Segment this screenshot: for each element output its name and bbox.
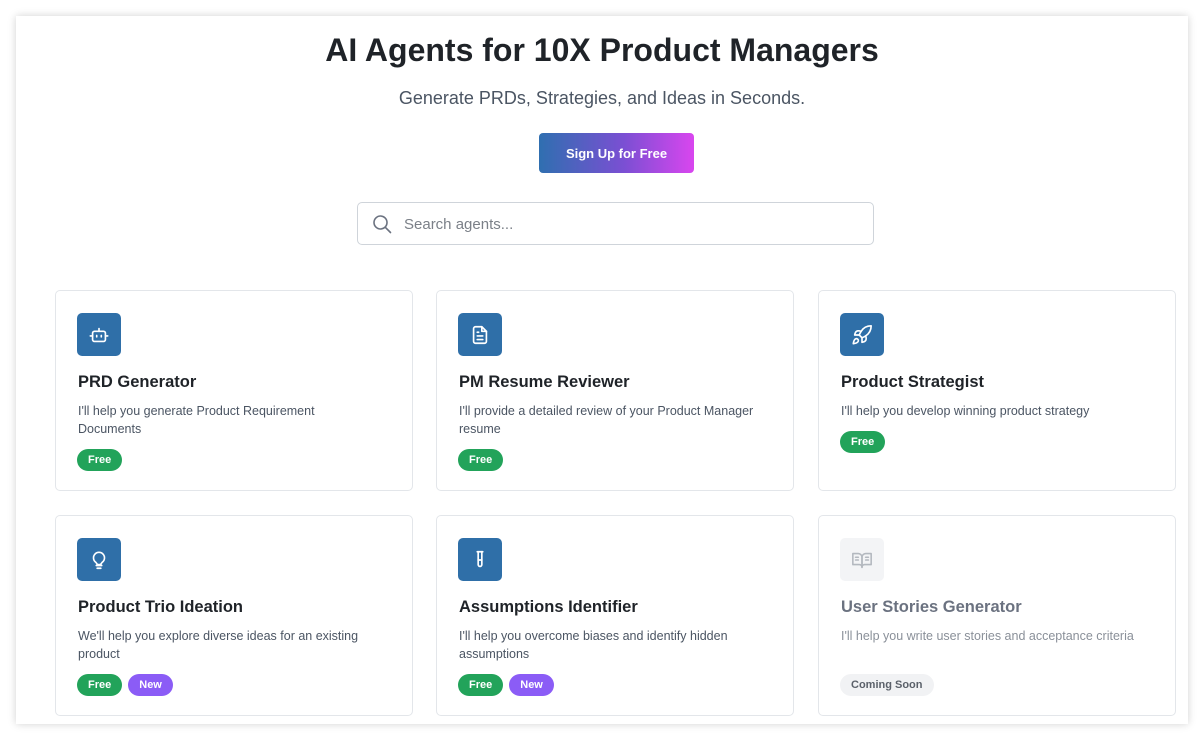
- agent-description: I'll provide a detailed review of your P…: [459, 404, 754, 436]
- page-frame: AI Agents for 10X Product Managers Gener…: [16, 16, 1188, 724]
- agent-card-user-stories-generator: User Stories Generator I'll help you wri…: [818, 515, 1176, 716]
- lightbulb-icon: [92, 551, 106, 569]
- badge-group: Free: [458, 449, 504, 471]
- free-badge: Free: [458, 449, 504, 471]
- book-open-icon: [852, 552, 872, 568]
- agent-name: PM Resume Reviewer: [459, 373, 630, 391]
- search-icon: [373, 215, 392, 234]
- search-box[interactable]: [357, 202, 874, 246]
- free-badge: Free: [840, 431, 886, 453]
- page-subtitle: Generate PRDs, Strategies, and Ideas in …: [398, 88, 806, 108]
- agent-icon-tile: [77, 313, 121, 356]
- agent-card-product-trio-ideation[interactable]: Product Trio Ideation We'll help you exp…: [55, 515, 413, 716]
- agent-icon-tile: [458, 538, 502, 581]
- document-icon: [472, 325, 488, 344]
- test-tube-icon: [476, 550, 484, 567]
- badge-group: Coming Soon: [840, 674, 934, 696]
- agent-card-product-strategist[interactable]: Product Strategist I'll help you develop…: [818, 290, 1176, 491]
- agent-name: Assumptions Identifier: [459, 598, 638, 616]
- agent-name: Product Trio Ideation: [78, 598, 244, 616]
- agent-icon-tile: [458, 313, 502, 356]
- robot-icon: [89, 327, 109, 342]
- agent-description: We'll help you explore diverse ideas for…: [78, 629, 359, 661]
- agent-description: I'll help you overcome biases and identi…: [459, 629, 728, 661]
- search-input[interactable]: [402, 203, 866, 246]
- agent-description: I'll help you write user stories and acc…: [841, 629, 1134, 643]
- agent-card-pm-resume-reviewer[interactable]: PM Resume Reviewer I'll provide a detail…: [436, 290, 794, 491]
- badge-group: Free: [77, 449, 123, 471]
- badge-group: Free: [840, 431, 886, 453]
- agent-name: User Stories Generator: [841, 598, 1022, 616]
- agent-card-assumptions-identifier[interactable]: Assumptions Identifier I'll help you ove…: [436, 515, 794, 716]
- agent-name: Product Strategist: [841, 373, 985, 391]
- free-badge: Free: [458, 674, 504, 696]
- free-badge: Free: [77, 449, 123, 471]
- agent-description: I'll help you generate Product Requireme…: [78, 404, 315, 436]
- badge-group: Free New: [458, 674, 554, 696]
- page-title: AI Agents for 10X Product Managers: [325, 32, 879, 68]
- sign-up-button[interactable]: Sign Up for Free: [539, 133, 694, 173]
- agent-name: PRD Generator: [78, 373, 197, 391]
- agent-icon-tile: [840, 313, 884, 356]
- free-badge: Free: [77, 674, 123, 696]
- coming-soon-badge: Coming Soon: [840, 674, 934, 696]
- agent-card-prd-generator[interactable]: PRD Generator I'll help you generate Pro…: [55, 290, 413, 491]
- rocket-icon: [852, 324, 872, 345]
- badge-group: Free New: [77, 674, 173, 696]
- new-badge: New: [509, 674, 554, 696]
- new-badge: New: [128, 674, 173, 696]
- agent-icon-tile: [840, 538, 884, 581]
- agent-description: I'll help you develop winning product st…: [841, 404, 1090, 418]
- agent-icon-tile: [77, 538, 121, 581]
